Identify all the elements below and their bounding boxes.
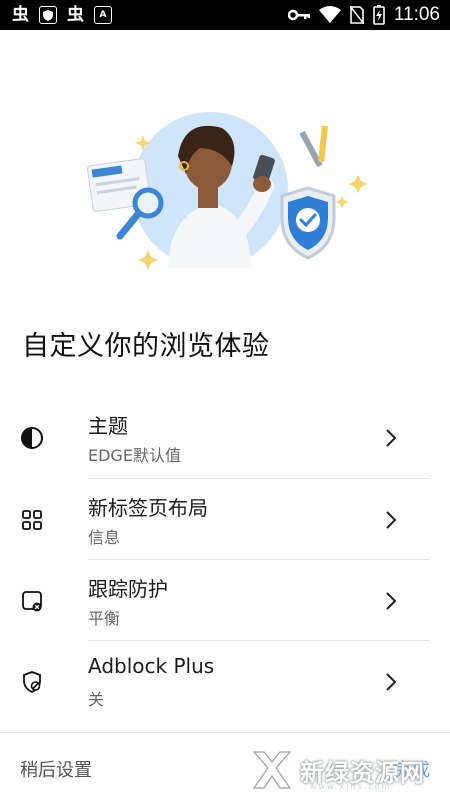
option-tracking-prevention[interactable]: 跟踪防护 平衡 xyxy=(0,561,450,641)
divider xyxy=(88,559,430,560)
no-sim-icon xyxy=(349,6,364,24)
app-glyph-icon: 虫 xyxy=(67,4,84,25)
app-glyph-icon: 虫 xyxy=(12,4,29,25)
option-theme[interactable]: 主题 EDGE默认值 xyxy=(0,398,450,478)
watermark-logo-icon xyxy=(252,751,292,789)
option-value: EDGE默认值 xyxy=(88,446,181,465)
set-later-button[interactable]: 稍后设置 xyxy=(20,756,92,782)
divider xyxy=(88,640,430,641)
hero-illustration xyxy=(86,112,367,270)
clock: 11:06 xyxy=(393,4,440,25)
option-adblock-plus[interactable]: Adblock Plus 关 xyxy=(0,642,450,722)
status-bar: 虫 虫 A 11:06 xyxy=(0,0,450,30)
contrast-icon xyxy=(21,427,43,449)
battery-charging-icon xyxy=(373,5,385,25)
shield-small-icon xyxy=(39,6,57,24)
font-a-icon: A xyxy=(94,6,112,24)
chevron-right-icon xyxy=(386,429,397,447)
option-value: 关 xyxy=(88,690,105,709)
shield-block-icon xyxy=(23,671,41,694)
grid-icon xyxy=(22,510,42,530)
footer-divider xyxy=(0,732,450,733)
option-value: 平衡 xyxy=(88,609,121,628)
key-icon xyxy=(287,9,310,21)
option-value: 信息 xyxy=(88,528,121,547)
watermark-url: www.xlhs.com xyxy=(310,782,392,791)
option-title: 新标签页布局 xyxy=(88,496,208,520)
option-new-tab-layout[interactable]: 新标签页布局 信息 xyxy=(0,480,450,560)
page-title: 自定义你的浏览体验 xyxy=(22,331,270,362)
tracking-icon xyxy=(22,591,42,612)
divider xyxy=(88,478,430,479)
chevron-right-icon xyxy=(386,592,397,610)
chevron-right-icon xyxy=(386,673,397,691)
option-title: 跟踪防护 xyxy=(88,577,168,601)
option-title: 主题 xyxy=(88,414,128,438)
wifi-icon xyxy=(318,6,341,23)
option-title: Adblock Plus xyxy=(88,654,215,678)
chevron-right-icon xyxy=(386,511,397,529)
